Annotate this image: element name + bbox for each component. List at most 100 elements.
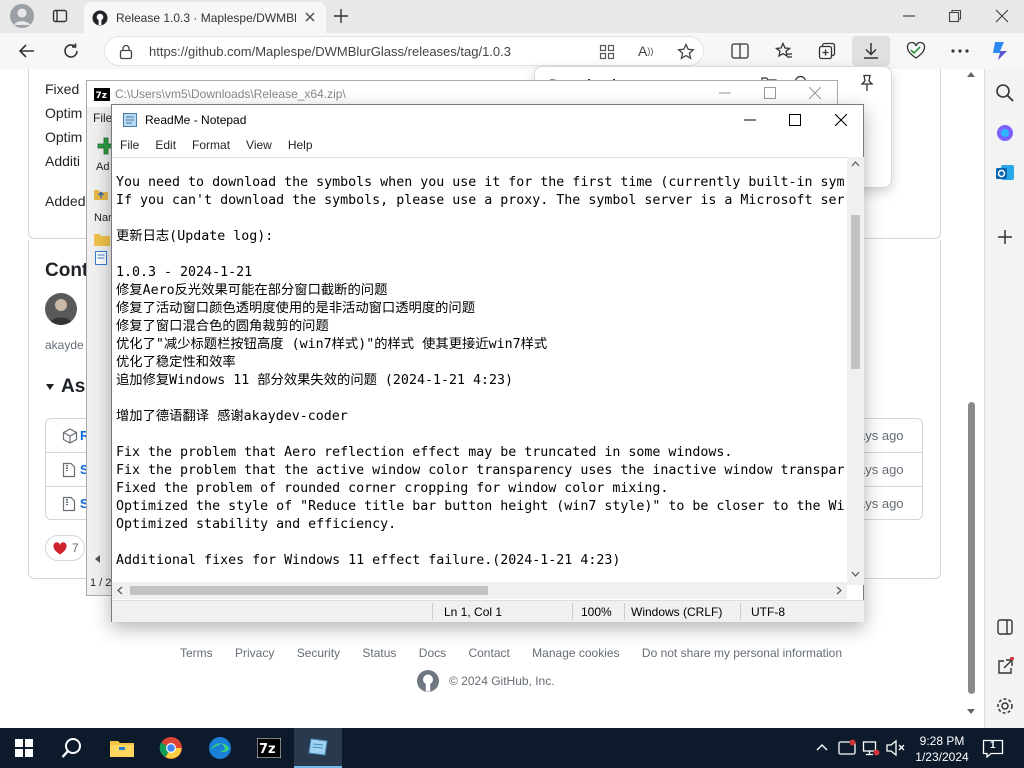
add-icon[interactable]: [995, 227, 1015, 247]
reaction-button[interactable]: 7: [45, 535, 85, 561]
notepad-horizontal-scrollbar[interactable]: [112, 582, 847, 599]
collections-icon[interactable]: [818, 42, 836, 60]
footer-link[interactable]: Terms: [180, 646, 213, 660]
sevenzip-taskbar-icon[interactable]: 7z: [245, 728, 293, 768]
menu-format[interactable]: Format: [192, 138, 230, 152]
caret-down-icon[interactable]: [45, 382, 55, 392]
page-scroll-thumb[interactable]: [968, 402, 975, 694]
notepad-title: ReadMe - Notepad: [145, 113, 247, 127]
menu-edit[interactable]: Edit: [155, 138, 176, 152]
split-screen-icon[interactable]: [731, 43, 749, 59]
file-explorer-icon[interactable]: [98, 728, 146, 768]
notepad-window: ReadMe - Notepad File Edit Format View H…: [111, 104, 864, 622]
favorite-star-icon[interactable]: [677, 43, 695, 61]
address-bar[interactable]: https://github.com/Maplespe/DWMBlurGlass…: [104, 36, 704, 66]
notepad-horizontal-thumb[interactable]: [130, 586, 488, 595]
footer-link[interactable]: Do not share my personal information: [642, 646, 842, 660]
line-ending: Windows (CRLF): [631, 605, 723, 619]
notepad-vertical-thumb[interactable]: [851, 215, 860, 369]
sevenzip-close-icon[interactable]: [809, 87, 821, 99]
notepad-titlebar: ReadMe - Notepad: [112, 105, 863, 135]
close-window-icon[interactable]: [995, 9, 1009, 23]
search-taskbar-icon[interactable]: [48, 728, 96, 768]
read-aloud-icon[interactable]: A)): [638, 43, 653, 59]
show-hidden-icons[interactable]: [816, 743, 828, 751]
start-button[interactable]: [0, 728, 48, 768]
github-logo-icon[interactable]: [416, 669, 440, 693]
new-tab-icon[interactable]: [333, 8, 349, 24]
app-available-icon[interactable]: [599, 44, 615, 60]
up-folder-icon[interactable]: [93, 185, 109, 201]
scroll-up-icon[interactable]: [851, 161, 860, 167]
copilot-icon[interactable]: [989, 39, 1013, 63]
sevenzip-menu-file[interactable]: File: [93, 111, 112, 125]
outlook-icon[interactable]: [995, 163, 1015, 183]
menu-help[interactable]: Help: [288, 138, 313, 152]
minimize-icon[interactable]: [902, 9, 916, 23]
back-icon[interactable]: [18, 42, 36, 60]
sevenzip-minimize-icon[interactable]: [719, 87, 731, 99]
clock[interactable]: 9:28 PM 1/23/2024: [914, 728, 970, 768]
scroll-left-icon[interactable]: [94, 555, 100, 563]
notepad-text-area[interactable]: You need to download the symbols when yo…: [112, 157, 847, 585]
avatar[interactable]: [45, 293, 77, 325]
close-tab-icon[interactable]: [304, 11, 316, 23]
footer-link[interactable]: Contact: [468, 646, 509, 660]
profile-icon[interactable]: [10, 4, 34, 28]
sevenzip-status: 1 / 2: [90, 577, 112, 589]
downloads-button[interactable]: [852, 36, 890, 66]
footer-link[interactable]: Manage cookies: [532, 646, 619, 660]
scroll-left-icon[interactable]: [117, 586, 123, 595]
copilot-sidebar-icon[interactable]: [995, 123, 1015, 143]
scroll-right-icon[interactable]: [836, 586, 842, 595]
contributor-name[interactable]: akayde: [45, 338, 84, 352]
browser-tab[interactable]: Release 1.0.3 · Maplespe/DWMBlurGlass: [84, 2, 326, 33]
edge-icon[interactable]: [196, 728, 244, 768]
notepad-statusbar: Ln 1, Col 1 100% Windows (CRLF) UTF-8: [112, 600, 864, 622]
download-icon: [862, 42, 880, 60]
asset-time: ays ago: [858, 428, 904, 443]
release-line: Optim: [45, 129, 83, 145]
scroll-up-icon[interactable]: [967, 71, 975, 77]
scroll-down-icon[interactable]: [967, 709, 975, 715]
menu-file[interactable]: File: [120, 138, 139, 152]
tray-app-icon[interactable]: [838, 739, 856, 757]
pin-icon[interactable]: [859, 74, 875, 92]
clock-time: 9:28 PM: [919, 734, 965, 748]
external-link-icon[interactable]: [995, 657, 1015, 677]
page-scrollbar[interactable]: [964, 69, 978, 719]
sevenzip-maximize-icon[interactable]: [764, 87, 776, 99]
volume-muted-icon[interactable]: [886, 739, 906, 757]
scroll-down-icon[interactable]: [851, 571, 860, 577]
footer-link[interactable]: Status: [362, 646, 396, 660]
url-text: https://github.com/Maplespe/DWMBlurGlass…: [149, 43, 511, 59]
sevenzip-path: C:\Users\vm5\Downloads\Release_x64.zip\: [115, 87, 346, 101]
browser-tabbar: Release 1.0.3 · Maplespe/DWMBlurGlass: [0, 0, 1024, 33]
footer-copyright-row: © 2024 GitHub, Inc.: [416, 669, 555, 693]
tab-actions-icon[interactable]: [52, 8, 68, 24]
settings-icon[interactable]: [995, 696, 1015, 716]
name-column-header[interactable]: Nar: [94, 212, 112, 224]
notepad-maximize-icon[interactable]: [789, 114, 801, 126]
footer-link[interactable]: Privacy: [235, 646, 274, 660]
favorites-icon[interactable]: [775, 42, 793, 60]
footer-link[interactable]: Docs: [419, 646, 446, 660]
menu-view[interactable]: View: [246, 138, 272, 152]
notepad-vertical-scrollbar[interactable]: [847, 157, 864, 585]
hide-sidebar-icon[interactable]: [995, 617, 1015, 637]
lock-icon[interactable]: [119, 44, 133, 60]
restore-icon[interactable]: [948, 9, 962, 23]
heart-icon: [53, 541, 67, 555]
footer-link[interactable]: Security: [297, 646, 340, 660]
more-options-icon[interactable]: [951, 49, 969, 53]
notepad-close-icon[interactable]: [835, 114, 847, 126]
notepad-taskbar-button[interactable]: [294, 728, 342, 768]
notepad-minimize-icon[interactable]: [744, 114, 756, 126]
search-icon[interactable]: [995, 83, 1015, 103]
notification-center[interactable]: 1: [982, 738, 1006, 759]
network-icon[interactable]: [862, 739, 880, 757]
chrome-icon[interactable]: [147, 728, 195, 768]
browser-essentials-icon[interactable]: [906, 42, 926, 60]
refresh-icon[interactable]: [62, 42, 80, 60]
contributors-heading: Cont: [45, 260, 89, 281]
